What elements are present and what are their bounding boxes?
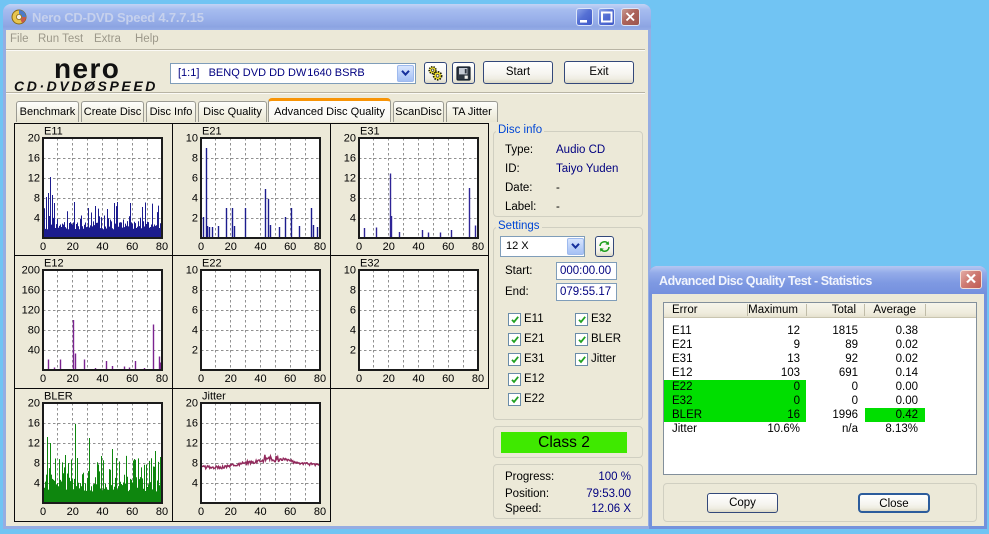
svg-text:0: 0 — [40, 241, 46, 253]
svg-text:4: 4 — [192, 478, 198, 490]
svg-text:8: 8 — [192, 458, 198, 470]
svg-text:20: 20 — [225, 373, 237, 385]
svg-text:60: 60 — [126, 241, 138, 253]
svg-text:80: 80 — [156, 241, 168, 253]
svg-text:8: 8 — [34, 193, 40, 205]
svg-text:60: 60 — [442, 373, 454, 385]
svg-text:Jitter: Jitter — [202, 391, 226, 403]
svg-text:20: 20 — [28, 133, 40, 145]
svg-text:40: 40 — [96, 506, 108, 518]
svg-text:6: 6 — [192, 173, 198, 185]
svg-text:80: 80 — [156, 373, 168, 385]
svg-text:80: 80 — [472, 241, 484, 253]
svg-text:8: 8 — [34, 458, 40, 470]
svg-text:20: 20 — [67, 373, 79, 385]
svg-text:60: 60 — [284, 506, 296, 518]
svg-text:2: 2 — [350, 345, 356, 357]
svg-text:4: 4 — [34, 213, 40, 225]
svg-text:60: 60 — [442, 241, 454, 253]
svg-text:80: 80 — [314, 241, 326, 253]
svg-text:16: 16 — [344, 153, 356, 165]
svg-text:40: 40 — [28, 345, 40, 357]
svg-text:20: 20 — [67, 506, 79, 518]
svg-text:40: 40 — [254, 241, 266, 253]
svg-text:20: 20 — [67, 241, 79, 253]
svg-text:8: 8 — [350, 193, 356, 205]
svg-text:20: 20 — [383, 373, 395, 385]
svg-text:12: 12 — [344, 173, 356, 185]
svg-text:4: 4 — [34, 478, 40, 490]
svg-text:40: 40 — [96, 373, 108, 385]
svg-text:40: 40 — [254, 506, 266, 518]
svg-text:60: 60 — [126, 506, 138, 518]
svg-text:80: 80 — [472, 373, 484, 385]
svg-text:8: 8 — [192, 285, 198, 297]
svg-text:6: 6 — [350, 305, 356, 317]
svg-text:E21: E21 — [202, 126, 222, 138]
svg-text:160: 160 — [22, 285, 40, 297]
svg-text:80: 80 — [314, 506, 326, 518]
svg-text:4: 4 — [350, 213, 356, 225]
svg-text:40: 40 — [412, 373, 424, 385]
svg-text:20: 20 — [225, 241, 237, 253]
svg-text:80: 80 — [28, 325, 40, 337]
svg-text:120: 120 — [22, 305, 40, 317]
svg-text:16: 16 — [28, 153, 40, 165]
svg-text:40: 40 — [412, 241, 424, 253]
svg-text:4: 4 — [350, 325, 356, 337]
svg-text:0: 0 — [356, 373, 362, 385]
svg-text:20: 20 — [383, 241, 395, 253]
svg-text:8: 8 — [192, 153, 198, 165]
svg-text:10: 10 — [186, 265, 198, 277]
svg-text:20: 20 — [344, 133, 356, 145]
svg-text:2: 2 — [192, 345, 198, 357]
svg-text:12: 12 — [186, 438, 198, 450]
svg-text:10: 10 — [186, 133, 198, 145]
svg-text:60: 60 — [126, 373, 138, 385]
svg-text:0: 0 — [40, 506, 46, 518]
svg-text:12: 12 — [28, 438, 40, 450]
svg-text:0: 0 — [198, 506, 204, 518]
svg-text:E11: E11 — [44, 126, 63, 138]
svg-text:0: 0 — [40, 373, 46, 385]
svg-text:0: 0 — [198, 241, 204, 253]
svg-text:16: 16 — [28, 418, 40, 430]
svg-text:E12: E12 — [44, 258, 64, 270]
svg-text:60: 60 — [284, 241, 296, 253]
svg-text:40: 40 — [96, 241, 108, 253]
svg-text:E22: E22 — [202, 258, 222, 270]
svg-text:4: 4 — [192, 193, 198, 205]
svg-text:E31: E31 — [360, 126, 380, 138]
svg-text:0: 0 — [198, 373, 204, 385]
svg-text:E32: E32 — [360, 258, 380, 270]
svg-text:0: 0 — [356, 241, 362, 253]
svg-text:20: 20 — [225, 506, 237, 518]
svg-text:6: 6 — [192, 305, 198, 317]
svg-text:80: 80 — [156, 506, 168, 518]
svg-text:10: 10 — [344, 265, 356, 277]
svg-text:40: 40 — [254, 373, 266, 385]
svg-text:4: 4 — [192, 325, 198, 337]
svg-text:20: 20 — [28, 398, 40, 410]
svg-text:8: 8 — [350, 285, 356, 297]
svg-text:12: 12 — [28, 173, 40, 185]
svg-text:2: 2 — [192, 213, 198, 225]
svg-text:16: 16 — [186, 418, 198, 430]
svg-text:60: 60 — [284, 373, 296, 385]
svg-text:80: 80 — [314, 373, 326, 385]
svg-text:20: 20 — [186, 398, 198, 410]
svg-text:BLER: BLER — [44, 391, 73, 403]
svg-text:200: 200 — [22, 265, 40, 277]
